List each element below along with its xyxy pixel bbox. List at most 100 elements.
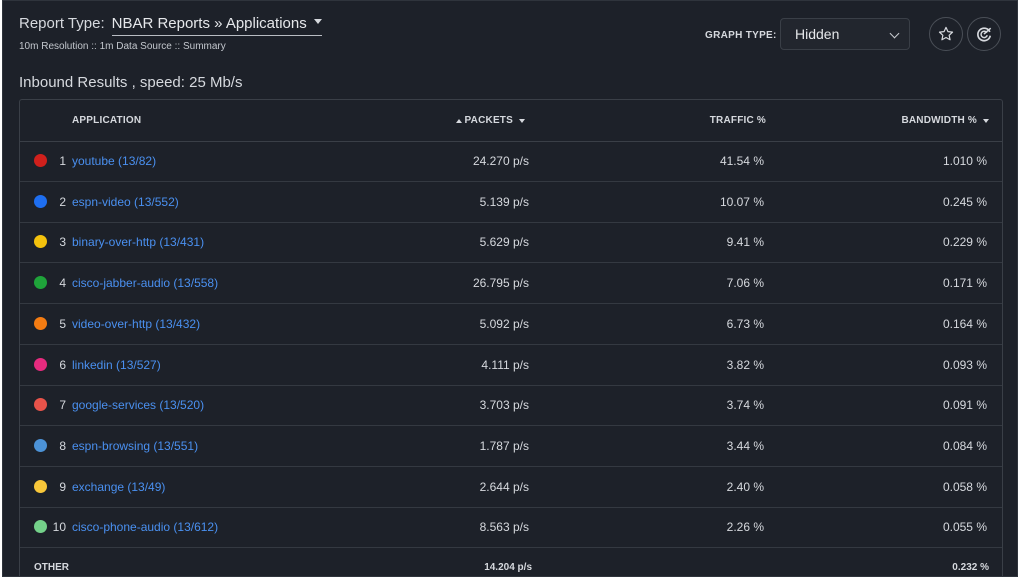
series-color-dot xyxy=(34,316,47,330)
application-link[interactable]: cisco-phone-audio (13/612) xyxy=(72,520,218,534)
traffic-value: 3.44 % xyxy=(726,438,764,453)
bandwidth-value: 0.229 % xyxy=(942,235,987,250)
traffic-value: 9.41 % xyxy=(726,235,764,250)
series-color-dot xyxy=(34,235,47,249)
results-title: Inbound Results , speed: 25 Mb/s xyxy=(19,74,243,91)
packets-value: 5.139 p/s xyxy=(479,194,529,209)
application-link[interactable]: espn-browsing (13/551) xyxy=(72,439,198,453)
row-rank: 7 xyxy=(59,398,66,413)
series-color-dot xyxy=(34,276,47,290)
report-type: Report Type: NBAR Reports » Applications xyxy=(19,15,322,36)
report-type-label: Report Type: xyxy=(19,15,105,32)
row-rank: 1 xyxy=(59,154,66,168)
table-row-other: OTHER 14.204 p/s 0.232 % xyxy=(20,548,1002,576)
application-link[interactable]: video-over-http (13/432) xyxy=(72,317,200,331)
other-packets: 14.204 p/s xyxy=(484,562,532,573)
header-packets[interactable]: PACKETS xyxy=(455,115,525,126)
bandwidth-value: 0.164 % xyxy=(942,316,987,331)
packets-value: 1.787 p/s xyxy=(479,438,529,453)
series-color-dot xyxy=(34,194,47,208)
traffic-value: 6.73 % xyxy=(726,316,764,331)
table-row: 7 google-services (13/520) 3.703 p/s 3.74 %… xyxy=(20,385,1002,427)
graph-type-label: GRAPH TYPE: xyxy=(705,30,777,41)
packets-value: 2.644 p/s xyxy=(479,479,529,494)
packets-value: 5.092 p/s xyxy=(479,316,529,331)
refresh-icon xyxy=(977,27,992,42)
application-link[interactable]: espn-video (13/552) xyxy=(72,195,179,209)
graph-type-value: Hidden xyxy=(795,26,840,42)
results-table: APPLICATION PACKETS TRAFFIC % BANDWIDTH … xyxy=(19,99,1003,576)
series-color-dot xyxy=(34,398,47,412)
bandwidth-value: 0.093 % xyxy=(942,357,987,372)
application-link[interactable]: google-services (13/520) xyxy=(72,398,204,412)
header-application[interactable]: APPLICATION xyxy=(72,115,141,126)
series-color-dot xyxy=(34,154,47,167)
application-link[interactable]: youtube (13/82) xyxy=(72,154,156,168)
header-bandwidth-label: BANDWIDTH % xyxy=(901,115,977,126)
row-rank: 8 xyxy=(59,438,66,453)
row-rank: 10 xyxy=(52,520,66,535)
row-rank: 5 xyxy=(59,316,66,331)
table-row: 10 cisco-phone-audio (13/612) 8.563 p/s 2.2… xyxy=(20,507,1002,549)
bandwidth-value: 0.055 % xyxy=(942,520,987,535)
table-row: 1 youtube (13/82) 24.270 p/s 41.54 % 1.010 % xyxy=(20,141,1002,182)
packets-value: 8.563 p/s xyxy=(479,520,529,535)
traffic-value: 7.06 % xyxy=(726,276,764,291)
refresh-button[interactable] xyxy=(967,17,1001,51)
application-link[interactable]: exchange (13/49) xyxy=(72,480,165,494)
application-link[interactable]: linkedin (13/527) xyxy=(72,358,161,372)
packets-value: 24.270 p/s xyxy=(472,154,529,168)
caret-down-icon xyxy=(983,118,989,123)
header-traffic[interactable]: TRAFFIC % xyxy=(710,115,766,126)
traffic-value: 3.82 % xyxy=(726,357,764,372)
packets-value: 4.111 p/s xyxy=(481,357,529,372)
row-rank: 9 xyxy=(59,479,66,494)
traffic-value: 41.54 % xyxy=(719,154,764,168)
graph-type-select[interactable]: Hidden xyxy=(780,18,910,50)
sort-asc-icon xyxy=(455,118,462,123)
table-row: 6 linkedin (13/527) 4.111 p/s 3.82 % 0.093 % xyxy=(20,345,1002,386)
traffic-value: 2.40 % xyxy=(726,479,764,494)
traffic-value: 3.74 % xyxy=(726,398,764,413)
table-row: 8 espn-browsing (13/551) 1.787 p/s 3.44 % 0.… xyxy=(20,426,1002,467)
bandwidth-value: 0.245 % xyxy=(942,194,987,209)
row-rank: 6 xyxy=(59,357,66,372)
packets-value: 3.703 p/s xyxy=(479,398,529,413)
header-packets-label: PACKETS xyxy=(464,115,513,126)
caret-down-icon xyxy=(313,19,322,24)
table-row: 3 binary-over-http (13/431) 5.629 p/s 9.41 … xyxy=(20,222,1002,264)
bandwidth-value: 0.058 % xyxy=(942,479,987,494)
report-type-select[interactable]: NBAR Reports » Applications xyxy=(111,15,322,36)
bandwidth-value: 1.010 % xyxy=(942,154,987,168)
other-bandwidth: 0.232 % xyxy=(952,562,989,573)
application-link[interactable]: cisco-jabber-audio (13/558) xyxy=(72,276,218,290)
header-bandwidth[interactable]: BANDWIDTH % xyxy=(901,115,989,126)
traffic-value: 2.26 % xyxy=(726,520,764,535)
series-color-dot xyxy=(34,520,47,534)
row-rank: 4 xyxy=(59,276,66,291)
series-color-dot xyxy=(34,479,47,493)
table-header: APPLICATION PACKETS TRAFFIC % BANDWIDTH … xyxy=(20,100,1002,142)
chevron-down-icon xyxy=(889,28,900,39)
other-label: OTHER xyxy=(34,562,69,573)
star-icon xyxy=(938,26,954,41)
packets-value: 26.795 p/s xyxy=(472,276,529,291)
table-row: 5 video-over-http (13/432) 5.092 p/s 6.73 %… xyxy=(20,304,1002,345)
packets-value: 5.629 p/s xyxy=(479,235,529,250)
bandwidth-value: 0.171 % xyxy=(942,276,987,291)
report-panel: Report Type: NBAR Reports » Applications… xyxy=(2,0,1018,577)
traffic-value: 10.07 % xyxy=(719,194,764,209)
table-row: 9 exchange (13/49) 2.644 p/s 2.40 % 0.058 % xyxy=(20,467,1002,508)
series-color-dot xyxy=(34,438,47,452)
series-color-dot xyxy=(34,357,47,371)
row-rank: 2 xyxy=(59,194,66,209)
report-type-value: NBAR Reports » Applications xyxy=(111,15,307,32)
bandwidth-value: 0.084 % xyxy=(942,438,987,453)
table-row: 2 espn-video (13/552) 5.139 p/s 10.07 % 0.24… xyxy=(20,182,1002,223)
report-subline: 10m Resolution :: 1m Data Source :: Summ… xyxy=(19,41,226,52)
favorite-button[interactable] xyxy=(929,17,963,51)
row-rank: 3 xyxy=(59,235,66,250)
bandwidth-value: 0.091 % xyxy=(942,398,987,413)
application-link[interactable]: binary-over-http (13/431) xyxy=(72,235,204,249)
table-row: 4 cisco-jabber-audio (13/558) 26.795 p/s 7.… xyxy=(20,263,1002,305)
